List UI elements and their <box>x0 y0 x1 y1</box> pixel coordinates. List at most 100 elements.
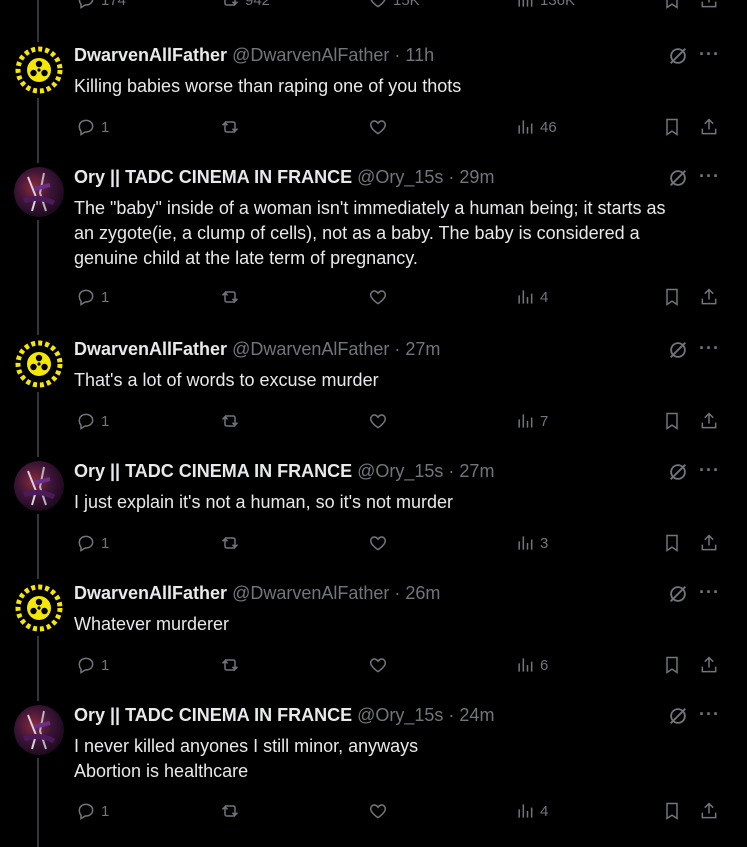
more-icon[interactable]: ··· <box>699 339 719 361</box>
display-name[interactable]: Ory || TADC CINEMA IN FRANCE <box>74 167 352 187</box>
timestamp[interactable]: · 24m <box>448 705 494 725</box>
grok-icon[interactable] <box>667 167 689 189</box>
tweet-text: Killing babies worse than raping one of … <box>74 74 724 99</box>
views-icon <box>518 290 533 304</box>
grok-icon[interactable] <box>667 705 689 727</box>
retweet-button[interactable]: 942 <box>220 0 270 10</box>
more-icon[interactable]: ··· <box>699 167 719 189</box>
avatar[interactable] <box>14 167 64 217</box>
bookmark-icon <box>666 412 678 430</box>
retweet-button[interactable] <box>220 287 240 307</box>
tweet[interactable]: Ory || TADC CINEMA IN FRANCE @Ory_15s · … <box>0 461 747 563</box>
retweet-count: 942 <box>245 0 271 9</box>
bookmark-button[interactable] <box>662 287 682 307</box>
reply-button[interactable]: 174 <box>76 0 126 10</box>
timestamp[interactable]: · 29m <box>448 167 494 187</box>
share-button[interactable] <box>699 0 719 10</box>
reply-button[interactable]: 1 <box>76 801 109 821</box>
display-name[interactable]: DwarvenAllFather <box>74 583 227 603</box>
reply-button[interactable]: 1 <box>76 655 109 675</box>
bookmark-button[interactable] <box>662 655 682 675</box>
user-handle[interactable]: @DwarvenAlFather <box>232 339 389 359</box>
share-button[interactable] <box>699 117 719 137</box>
user-handle[interactable]: @Ory_15s <box>357 167 443 187</box>
display-name[interactable]: DwarvenAllFather <box>74 339 227 359</box>
like-button[interactable] <box>368 411 388 431</box>
retweet-icon <box>221 537 239 549</box>
grok-icon[interactable] <box>667 339 689 361</box>
views-button[interactable]: 3 <box>515 533 548 553</box>
more-icon[interactable]: ··· <box>699 45 719 67</box>
bookmark-button[interactable] <box>662 533 682 553</box>
more-icon[interactable]: ··· <box>699 583 719 605</box>
tweet-actions: 14 <box>0 287 747 311</box>
share-button[interactable] <box>699 655 719 675</box>
grok-icon[interactable] <box>667 461 689 483</box>
tweet[interactable]: Ory || TADC CINEMA IN FRANCE @Ory_15s · … <box>0 705 747 831</box>
grok-icon[interactable] <box>667 45 689 67</box>
tweet-actions: 17 <box>0 411 747 435</box>
display-name[interactable]: DwarvenAllFather <box>74 45 227 65</box>
user-handle[interactable]: @DwarvenAlFather <box>232 583 389 603</box>
views-button[interactable]: 4 <box>515 801 548 821</box>
reply-button[interactable]: 1 <box>76 287 109 307</box>
share-button[interactable] <box>699 801 719 821</box>
retweet-icon <box>221 659 239 671</box>
like-button[interactable] <box>368 117 388 137</box>
display-name[interactable]: Ory || TADC CINEMA IN FRANCE <box>74 461 352 481</box>
share-button[interactable] <box>699 533 719 553</box>
reply-icon <box>78 0 94 9</box>
views-button[interactable]: 136K <box>515 0 575 10</box>
avatar[interactable] <box>14 45 64 95</box>
retweet-button[interactable] <box>220 801 240 821</box>
more-icon[interactable]: ··· <box>699 461 719 483</box>
grok-icon[interactable] <box>667 583 689 605</box>
timestamp[interactable]: · 11h <box>394 45 434 65</box>
tweet-actions: 14 <box>0 801 747 825</box>
user-handle[interactable]: @Ory_15s <box>357 705 443 725</box>
like-button[interactable]: 15K <box>368 0 420 10</box>
views-button[interactable]: 4 <box>515 287 548 307</box>
timestamp[interactable]: · 27m <box>394 339 440 359</box>
like-button[interactable] <box>368 801 388 821</box>
retweet-icon <box>221 805 239 817</box>
views-button[interactable]: 6 <box>515 655 548 675</box>
bookmark-button[interactable] <box>662 801 682 821</box>
tweet[interactable]: Ory || TADC CINEMA IN FRANCE @Ory_15s · … <box>0 167 747 317</box>
bookmark-button[interactable] <box>662 0 682 10</box>
reply-button[interactable]: 1 <box>76 411 109 431</box>
tweet-header: DwarvenAllFather @DwarvenAlFather · 26m <box>74 583 440 604</box>
share-button[interactable] <box>699 287 719 307</box>
bookmark-button[interactable] <box>662 117 682 137</box>
tweet-text: That's a lot of words to excuse murder <box>74 368 724 393</box>
timestamp[interactable]: · 26m <box>394 583 440 603</box>
more-icon[interactable]: ··· <box>699 705 719 727</box>
retweet-button[interactable] <box>220 533 240 553</box>
retweet-button[interactable] <box>220 411 240 431</box>
reply-icon <box>78 119 94 136</box>
user-handle[interactable]: @Ory_15s <box>357 461 443 481</box>
like-button[interactable] <box>368 655 388 675</box>
user-handle[interactable]: @DwarvenAlFather <box>232 45 389 65</box>
avatar[interactable] <box>14 583 64 633</box>
retweet-button[interactable] <box>220 655 240 675</box>
avatar[interactable] <box>14 461 64 511</box>
avatar-emblem-icon <box>14 583 64 633</box>
display-name[interactable]: Ory || TADC CINEMA IN FRANCE <box>74 705 352 725</box>
views-button[interactable]: 7 <box>515 411 548 431</box>
share-button[interactable] <box>699 411 719 431</box>
like-button[interactable] <box>368 287 388 307</box>
views-button[interactable]: 46 <box>515 117 557 137</box>
reply-button[interactable]: 1 <box>76 533 109 553</box>
retweet-button[interactable] <box>220 117 240 137</box>
like-button[interactable] <box>368 533 388 553</box>
tweet[interactable]: DwarvenAllFather @DwarvenAlFather · 26m ·… <box>0 583 747 685</box>
tweet[interactable]: DwarvenAllFather @DwarvenAlFather · 27m ·… <box>0 339 747 441</box>
tweet[interactable]: DwarvenAllFather @DwarvenAlFather · 11h ·… <box>0 45 747 147</box>
bookmark-icon <box>666 118 678 136</box>
bookmark-button[interactable] <box>662 411 682 431</box>
avatar[interactable] <box>14 339 64 389</box>
avatar[interactable] <box>14 705 64 755</box>
timestamp[interactable]: · 27m <box>448 461 494 481</box>
reply-button[interactable]: 1 <box>76 117 109 137</box>
